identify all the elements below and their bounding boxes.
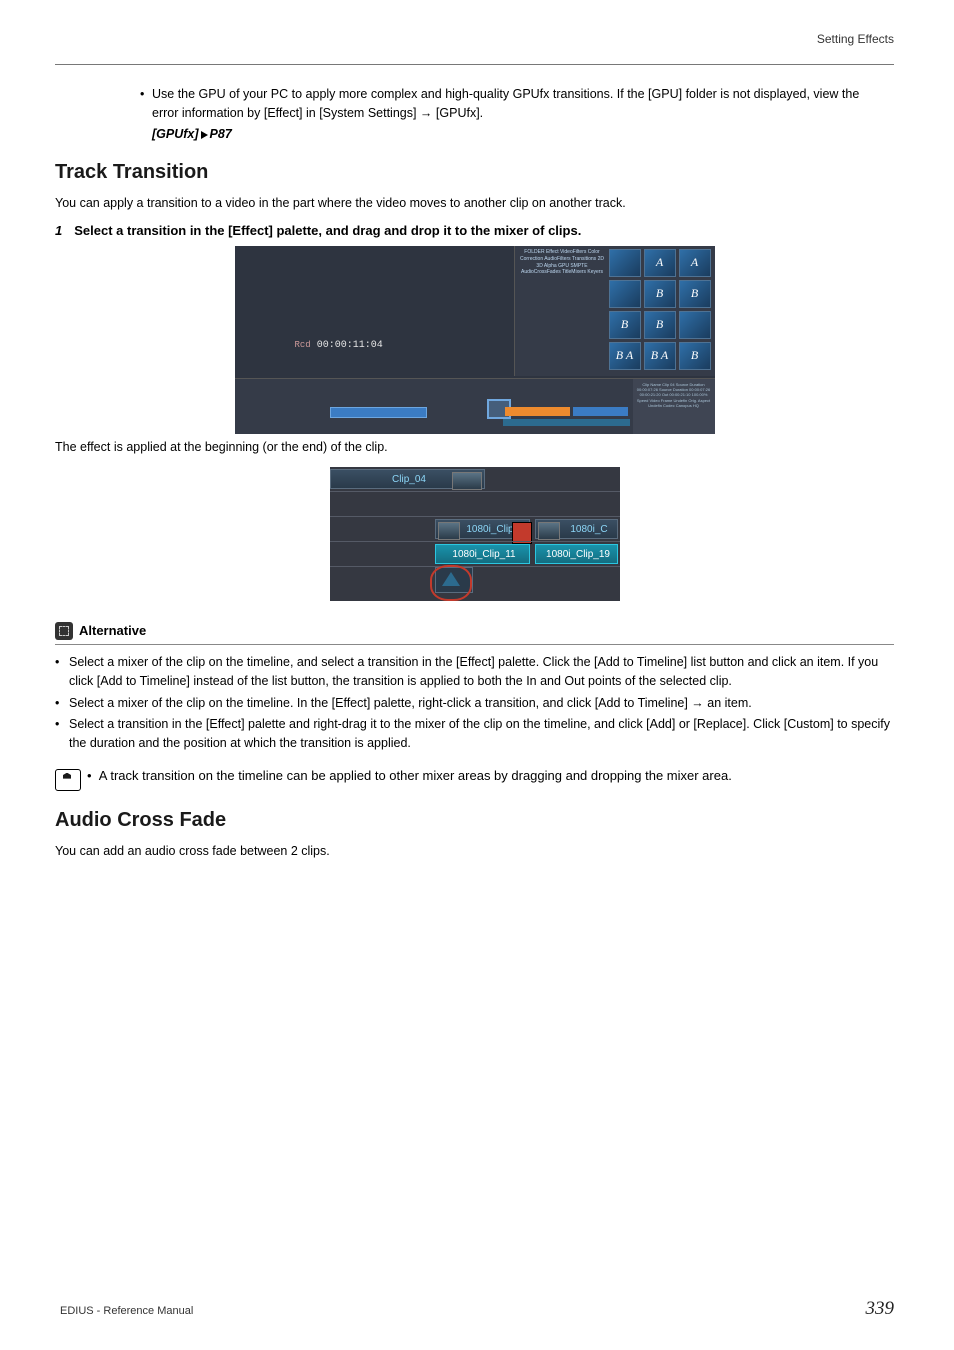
clip-mid-left: 1080i_Clip… — [435, 519, 530, 539]
alternative-item: Select a transition in the [Effect] pale… — [69, 715, 894, 754]
bullet-icon: • — [140, 85, 152, 123]
step-number: 1 — [55, 223, 62, 238]
page-section-label: Setting Effects — [55, 32, 894, 46]
note-text: A track transition on the timeline can b… — [99, 768, 732, 783]
effect-tile: A — [644, 249, 676, 277]
effect-tile: B A — [609, 342, 641, 370]
note-icon — [55, 769, 81, 791]
audio-crossfade-heading: Audio Cross Fade — [55, 809, 894, 832]
clip-info-panel: Clip Name Clip 04 Source Duration 00:00:… — [633, 379, 715, 434]
bullet-icon: • — [55, 653, 69, 692]
figure-editor-screenshot: Rcd 00:00:11:04 FOLDER Effect VideoFilte… — [235, 246, 715, 434]
alternative-icon — [55, 622, 73, 640]
effect-tile — [609, 249, 641, 277]
gpufx-ref-label[interactable]: [GPUfx] — [152, 127, 199, 141]
alternative-item: Select a mixer of the clip on the timeli… — [69, 653, 894, 692]
effect-tile — [679, 311, 711, 339]
bullet-icon: • — [55, 694, 69, 713]
alternative-title: Alternative — [79, 623, 146, 638]
figure-timeline-detail: Clip_04 1080i_Clip… 1080i_C 1080i_Clip_1… — [330, 467, 620, 601]
after-figure-text: The effect is applied at the beginning (… — [55, 438, 894, 457]
track-transition-intro: You can apply a transition to a video in… — [55, 194, 894, 213]
arrow-icon — [201, 131, 208, 139]
clip-low-right: 1080i_Clip_19 — [535, 544, 618, 564]
effect-tile: B — [609, 311, 641, 339]
timeline-clip — [330, 407, 427, 418]
timeline-clip — [573, 407, 628, 416]
effect-tree: FOLDER Effect VideoFilters Color Correct… — [520, 249, 605, 369]
effect-tile: B — [679, 280, 711, 308]
timecode-value: 00:00:11:04 — [317, 340, 383, 351]
footer-title: EDIUS - Reference Manual — [60, 1305, 193, 1317]
highlight-circle — [430, 565, 472, 601]
gpufx-ref-page[interactable]: P87 — [210, 127, 232, 141]
effect-tile: B — [644, 311, 676, 339]
step-text: Select a transition in the [Effect] pale… — [74, 223, 581, 238]
intro-bullet-text: Use the GPU of your PC to apply more com… — [152, 85, 884, 123]
clip-thumb — [438, 522, 460, 540]
effect-tile: B — [679, 342, 711, 370]
effect-grid: A A B B B B B A B A B — [609, 249, 711, 370]
effect-tile: B — [644, 280, 676, 308]
audio-crossfade-intro: You can add an audio cross fade between … — [55, 842, 894, 861]
bullet-icon: • — [55, 715, 69, 754]
page-number: 339 — [866, 1298, 895, 1320]
clip-top: Clip_04 — [330, 469, 485, 489]
effect-tile: A — [679, 249, 711, 277]
timecode-label: Rcd — [295, 340, 311, 350]
timeline-mixer — [503, 419, 630, 426]
header-rule — [55, 64, 894, 65]
clip-low-left: 1080i_Clip_11 — [435, 544, 530, 564]
alternative-item: Select a mixer of the clip on the timeli… — [69, 694, 752, 713]
clip-mid-right: 1080i_C — [535, 519, 618, 539]
clip-thumb — [452, 472, 482, 490]
clip-thumb — [538, 522, 560, 540]
timeline-clip — [505, 407, 570, 416]
effect-tile: B A — [644, 342, 676, 370]
effect-tile — [609, 280, 641, 308]
track-transition-heading: Track Transition — [55, 161, 894, 184]
